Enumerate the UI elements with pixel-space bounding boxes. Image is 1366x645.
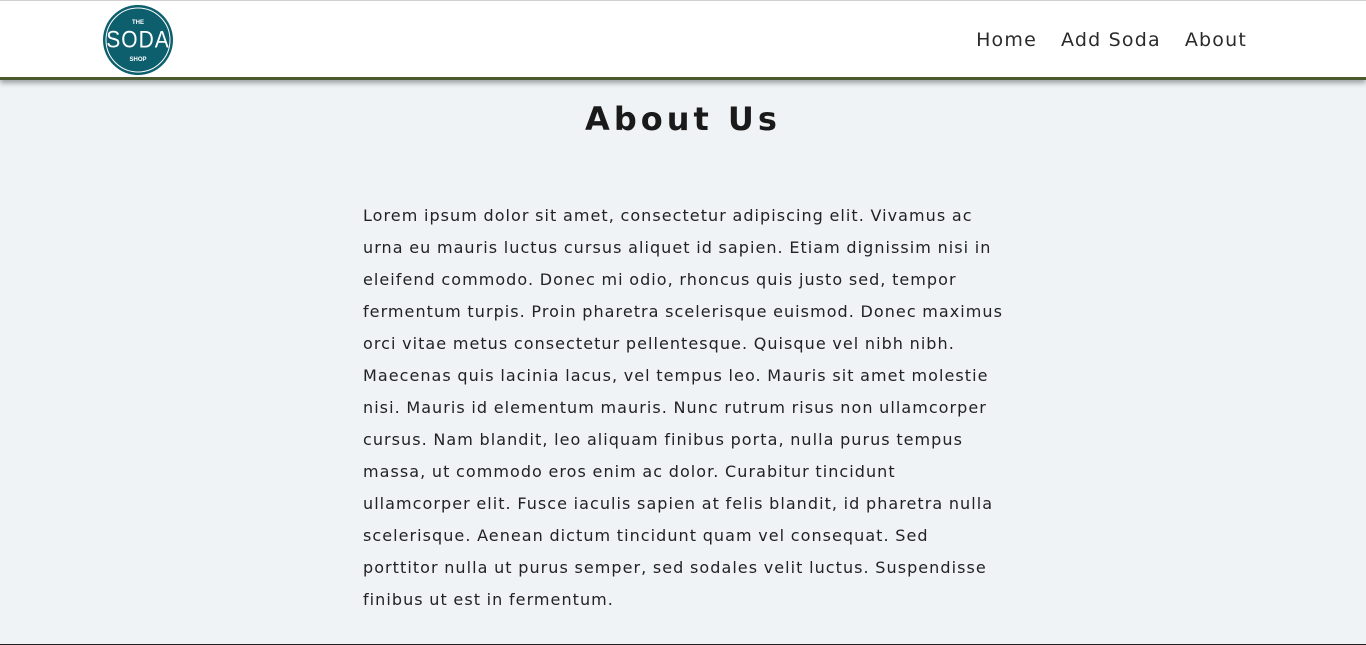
nav-link-home[interactable]: Home [976,29,1037,51]
nav-link-add-soda[interactable]: Add Soda [1061,29,1161,51]
soda-shop-logo[interactable]: THE SODA SHOP [102,4,174,76]
logo-text-shop: SHOP [129,57,146,63]
navbar: THE SODA SHOP Home Add Soda About [0,0,1366,80]
logo-text-soda: SODA [106,26,169,53]
page-title: About Us [585,100,781,138]
nav-link-about[interactable]: About [1185,29,1247,51]
logo-badge-icon: THE SODA SHOP [103,5,173,75]
main-nav: Home Add Soda About [976,29,1247,51]
about-body-text: Lorem ipsum dolor sit amet, consectetur … [363,206,1004,609]
logo-text-the: THE [132,20,144,26]
